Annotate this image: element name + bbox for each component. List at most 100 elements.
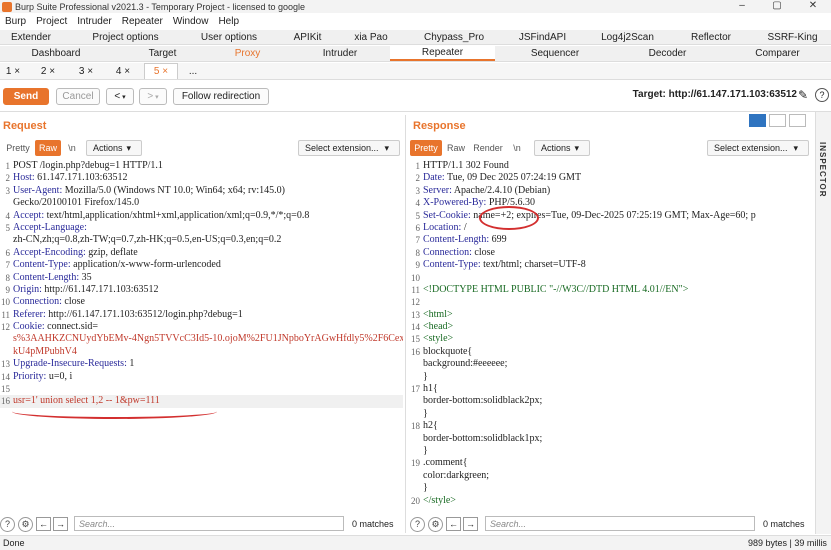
response-pretty-tab[interactable]: Pretty [410,140,442,156]
annotation-underline [12,404,217,419]
request-actions-dropdown[interactable]: Actions ▾ [86,140,142,156]
help-icon[interactable]: ? [815,88,829,102]
response-search-input[interactable]: Search... [485,516,755,531]
repeater-tab-row: 1 × 2 × 3 × 4 × 5 × ... [0,63,831,80]
menu-burp[interactable]: Burp [0,16,31,27]
tab-repeater[interactable]: Repeater [390,46,495,61]
tab-apikit[interactable]: APIKit [280,30,335,44]
request-search-input[interactable]: Search... [74,516,344,531]
tab-jsfindapi[interactable]: JSFindAPI [510,30,575,44]
target-label[interactable]: Target: http://61.147.171.103:63512 [633,89,797,100]
request-raw-tab[interactable]: Raw [35,140,61,156]
response-editor[interactable]: 1 HTTP/1.1 302 Found 2 Date: Tue, 09 Dec 20… [410,160,814,512]
inspector-panel[interactable]: INSPECTOR [815,112,831,534]
tabbed-layout-icon[interactable] [789,114,806,127]
split-vertical-icon[interactable] [769,114,786,127]
response-select-extension[interactable]: Select extension... ▾ [707,140,809,156]
repeater-tab-5[interactable]: 5 × [144,63,178,79]
line-content: Connection: close [423,247,495,259]
tab-reflector[interactable]: Reflector [680,30,742,44]
tab-intruder[interactable]: Intruder [300,46,380,61]
line-number: 9 [5,284,11,295]
line-content: </style> [423,495,456,507]
menu-help[interactable]: Help [213,16,244,27]
repeater-tab-3[interactable]: 3 × [72,63,100,79]
split-horizontal-icon[interactable] [749,114,766,127]
actions-label: Actions [541,143,571,153]
chevron-down-icon: ▾ [122,93,126,101]
send-button[interactable]: Send [3,88,49,105]
tab-extender[interactable]: Extender [0,30,62,44]
forward-button[interactable]: > ▾ [139,88,167,105]
previous-match-icon[interactable]: ← [446,517,461,531]
back-arrow-icon: < [114,91,121,102]
help-icon[interactable]: ? [410,516,425,532]
tab-target[interactable]: Target [125,46,200,61]
repeater-tab-2[interactable]: 2 × [33,63,63,79]
tab-ssrf-king[interactable]: SSRF-King [760,30,825,44]
chevron-down-icon: ▾ [384,142,390,153]
follow-redirection-button[interactable]: Follow redirection [173,88,269,105]
request-editor[interactable]: 1 POST /login.php?debug=1 HTTP/1.1 2 Host: … [0,160,403,512]
response-newline-toggle[interactable]: \n [508,140,526,156]
header-name: Accept-Encoding: [13,246,86,258]
line-number: 16 [1,396,10,407]
line-number: 8 [415,247,421,258]
tab-chypass-pro[interactable]: Chypass_Pro [418,30,490,44]
request-select-extension[interactable]: Select extension... ▾ [298,140,400,156]
tab-comparer[interactable]: Comparer [740,46,815,61]
menu-intruder[interactable]: Intruder [72,16,116,27]
tab-sequencer[interactable]: Sequencer [515,46,595,61]
burp-logo-icon [2,1,12,12]
line-number: 19 [411,458,420,469]
response-actions-dropdown[interactable]: Actions ▾ [534,140,590,156]
next-match-icon[interactable]: → [463,517,478,531]
menu-repeater[interactable]: Repeater [117,16,168,27]
tab-log4j2scan[interactable]: Log4j2Scan [595,30,660,44]
tab-proxy[interactable]: Proxy [210,46,285,61]
line-content: Content-Length: 35 [13,272,92,284]
repeater-tab-1[interactable]: 1 × [0,63,26,79]
back-button[interactable]: < ▾ [106,88,134,105]
gear-icon[interactable]: ⚙ [18,516,33,532]
header-name: X-Powered-By: [423,197,487,209]
close-button[interactable]: ✕ [798,0,828,12]
tab-user-options[interactable]: User options [190,30,268,44]
line-content: Location: / [423,222,467,234]
tab-decoder[interactable]: Decoder [630,46,705,61]
request-pretty-tab[interactable]: Pretty [3,140,33,156]
maximize-button[interactable]: ▢ [762,0,792,12]
edit-target-icon[interactable]: ✎ [798,88,808,102]
code-line: Gecko/20100101 Firefox/145.0 [0,197,403,209]
repeater-tab-4[interactable]: 4 × [108,63,138,79]
tab-xia-pao[interactable]: xia Pao [345,30,397,44]
cancel-button[interactable]: Cancel [56,88,100,105]
previous-match-icon[interactable]: ← [36,517,51,531]
line-content: background:#eeeeee; [423,358,507,370]
pane-divider[interactable] [405,115,406,533]
code-line: 7 Content-Length: 699 [410,234,814,246]
request-newline-toggle[interactable]: \n [63,140,81,156]
tab-dashboard[interactable]: Dashboard [20,46,92,61]
next-match-icon[interactable]: → [53,517,68,531]
repeater-tab-new[interactable]: ... [183,63,203,79]
header-value: gzip, deflate [85,246,138,258]
line-text: } [423,407,428,419]
code-line: 19 .comment{ [410,457,814,469]
header-value: 1 [126,358,135,370]
code-line: color:darkgreen; [410,470,814,482]
code-line: 1 HTTP/1.1 302 Found [410,160,814,172]
menu-project[interactable]: Project [31,16,72,27]
markup-tag: <!DOCTYPE HTML PUBLIC "-//W3C//DTD HTML … [423,283,689,295]
help-icon[interactable]: ? [0,516,15,532]
main-tab-row: Dashboard Target Proxy Intruder Repeater… [0,46,831,62]
menu-window[interactable]: Window [168,16,214,27]
response-render-tab[interactable]: Render [470,140,506,156]
header-value: Apache/2.4.10 (Debian) [451,184,551,196]
code-line: 18 h2{ [410,420,814,432]
chevron-down-icon: ▾ [155,93,159,101]
gear-icon[interactable]: ⚙ [428,516,443,532]
minimize-button[interactable]: – [727,0,757,12]
response-raw-tab[interactable]: Raw [444,140,468,156]
tab-project-options[interactable]: Project options [78,30,173,44]
